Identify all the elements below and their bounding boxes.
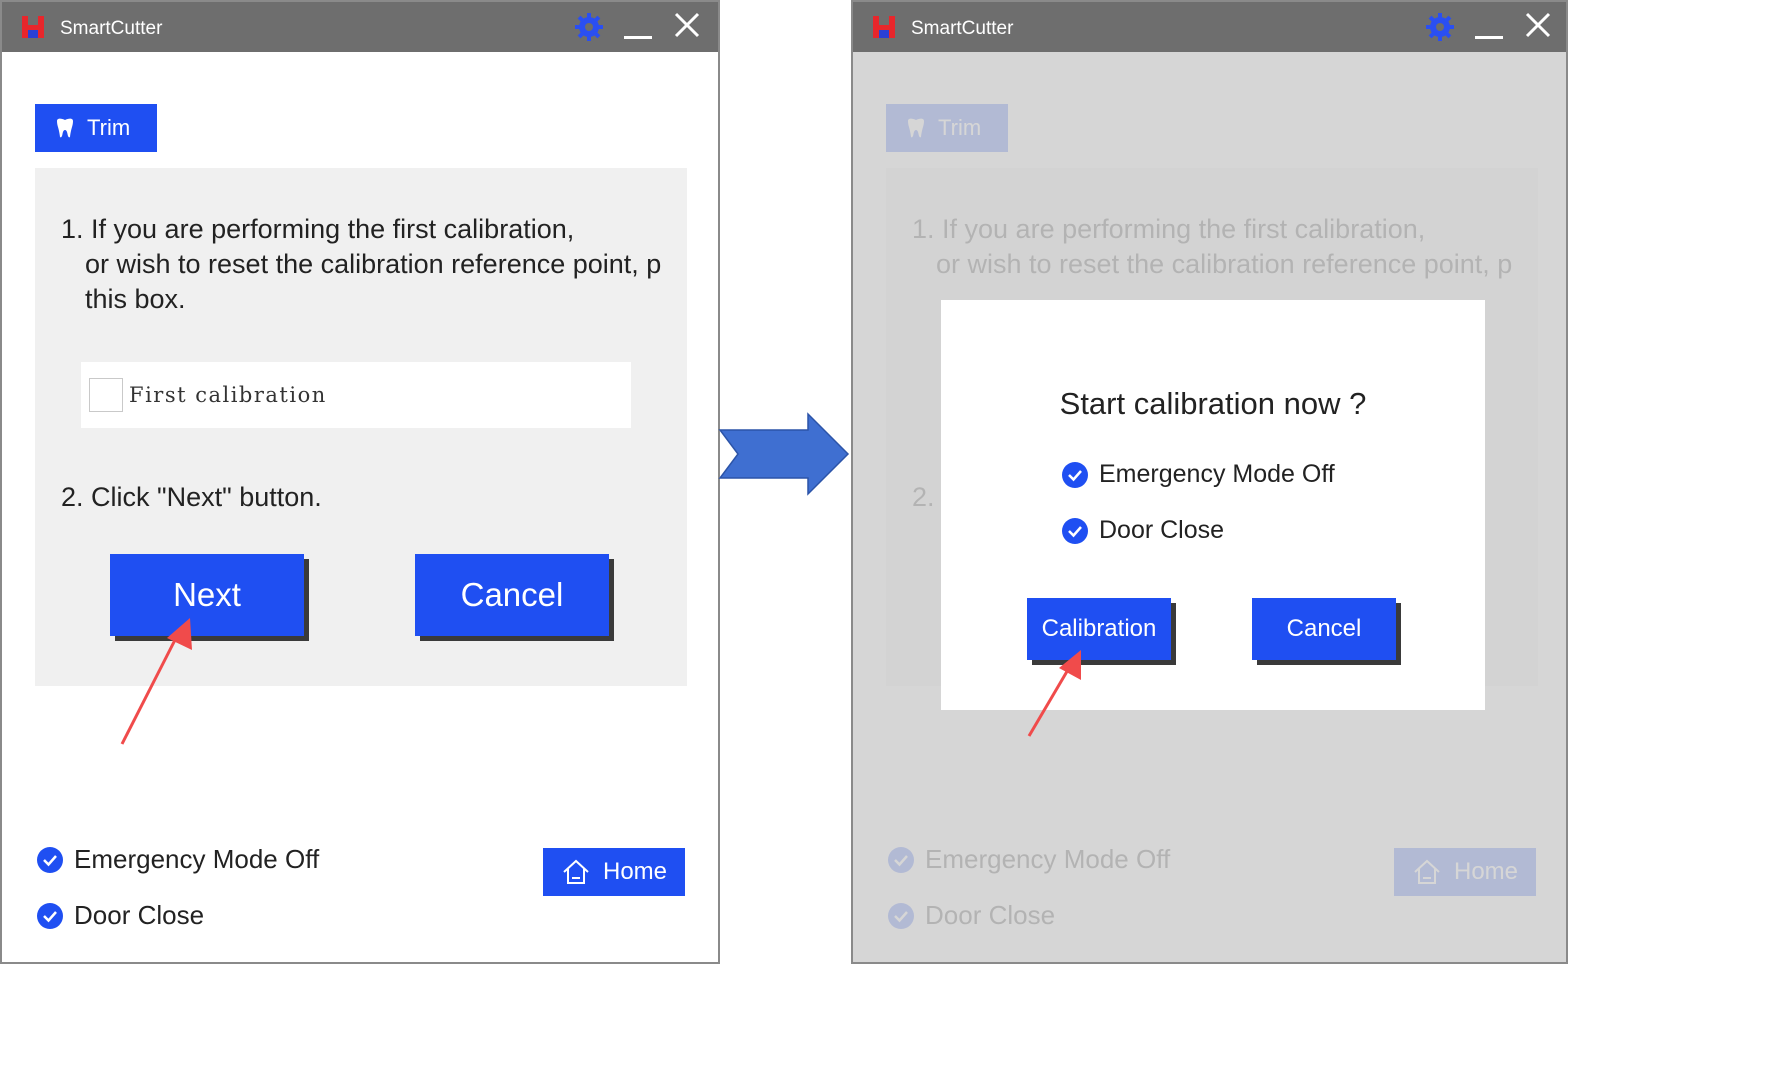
dialog-emergency-status: Emergency Mode Off (1061, 460, 1335, 489)
step-1-line-1: 1. If you are performing the first calib… (61, 214, 575, 244)
first-calibration-checkbox[interactable] (89, 378, 123, 412)
door-status: Door Close (36, 900, 204, 931)
title-bar: SmartCutter (2, 2, 718, 52)
app-logo-icon (873, 16, 895, 38)
trim-tab-label: Trim (87, 115, 131, 140)
annotation-arrow-next (120, 618, 192, 745)
door-status-label: Door Close (74, 900, 205, 930)
dialog-door-status: Door Close (1061, 516, 1224, 545)
close-icon[interactable] (672, 10, 702, 40)
cancel-button[interactable]: Cancel (415, 554, 609, 636)
step-1-instructions: 1. If you are performing the first calib… (61, 212, 681, 317)
minimize-button[interactable] (624, 36, 652, 39)
trim-tab[interactable]: Trim (35, 104, 157, 152)
emergency-status: Emergency Mode Off (36, 844, 319, 875)
first-calibration-label: First calibration (129, 383, 327, 407)
dialog-cancel-button[interactable]: Cancel (1252, 598, 1396, 660)
step-1-line-2: or wish to reset the calibration referen… (85, 249, 662, 279)
title-bar: SmartCutter (853, 2, 1566, 52)
dialog-emergency-label: Emergency Mode Off (1099, 460, 1335, 488)
dialog-title: Start calibration now ? (1059, 386, 1367, 421)
annotation-arrow-calibration (1027, 650, 1081, 737)
app-title: SmartCutter (911, 18, 1014, 39)
main-content: Trim 1. If you are performing the first … (2, 52, 718, 962)
flow-arrow-icon (718, 412, 850, 496)
settings-gear-icon[interactable] (574, 12, 604, 42)
tooth-icon (57, 118, 73, 138)
home-icon (563, 859, 589, 884)
check-circle-icon (37, 846, 63, 873)
check-circle-icon (1062, 461, 1088, 488)
step-2-instruction: 2. Click "Next" button. (61, 482, 322, 512)
smartcutter-window-left: SmartCutter Trim 1. If you are performin… (0, 0, 720, 964)
check-circle-icon (1062, 517, 1088, 544)
home-button-label: Home (602, 858, 668, 885)
minimize-button[interactable] (1475, 36, 1503, 39)
app-logo-icon (22, 16, 44, 38)
step-1-line-3: this box. (85, 284, 186, 314)
smartcutter-window-right: SmartCutter Trim 1. If you are (851, 0, 1568, 964)
emergency-status-label: Emergency Mode Off (74, 844, 320, 874)
close-icon[interactable] (1523, 10, 1553, 40)
check-circle-icon (37, 902, 63, 929)
home-button[interactable]: Home (543, 848, 685, 896)
first-calibration-option[interactable]: First calibration (81, 362, 631, 428)
app-title: SmartCutter (60, 18, 163, 39)
settings-gear-icon[interactable] (1425, 12, 1455, 42)
calibration-panel: 1. If you are performing the first calib… (35, 168, 687, 686)
dialog-door-label: Door Close (1099, 516, 1225, 544)
